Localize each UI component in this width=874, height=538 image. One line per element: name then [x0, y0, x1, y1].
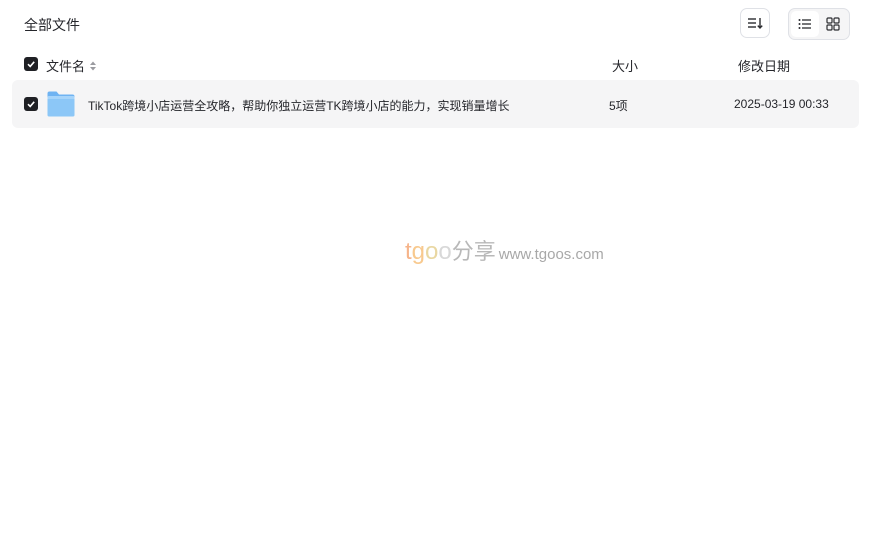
sort-toggle-icon [90, 61, 97, 70]
column-header-name[interactable]: 文件名 [46, 56, 97, 75]
column-name-label: 文件名 [46, 59, 86, 74]
breadcrumb[interactable]: 全部文件 [24, 15, 80, 35]
view-mode-toggle [788, 8, 850, 40]
checkmark-icon [27, 101, 35, 108]
sort-descending-icon [748, 18, 763, 30]
file-browser: 全部文件 文件名 大小 修改日期 TikTok跨境小店运营全攻略，帮助你独立运营… [0, 0, 874, 538]
watermark-cn: 分享 [451, 239, 496, 264]
file-size: 5项 [609, 99, 628, 113]
grid-view-icon [826, 17, 840, 31]
select-all-checkbox[interactable] [24, 57, 38, 71]
sort-button[interactable] [740, 8, 770, 38]
file-name[interactable]: TikTok跨境小店运营全攻略，帮助你独立运营TK跨境小店的能力，实现销量增长 [88, 97, 510, 114]
watermark-logo: tgoo [405, 238, 452, 265]
list-view-button[interactable] [791, 11, 819, 37]
file-modified-date: 2025-03-19 00:33 [734, 97, 829, 111]
folder-icon [47, 91, 75, 117]
list-view-icon [798, 19, 811, 29]
table-header: 文件名 大小 修改日期 [0, 52, 874, 76]
watermark: tgoo 分享 www.tgoos.com [405, 234, 604, 266]
watermark-url: www.tgoos.com [498, 246, 604, 263]
row-checkbox[interactable] [24, 97, 38, 111]
checkmark-icon [27, 61, 35, 68]
column-header-date[interactable]: 修改日期 [738, 56, 790, 75]
grid-view-button[interactable] [819, 11, 847, 37]
column-header-size[interactable]: 大小 [612, 56, 638, 75]
table-row[interactable]: TikTok跨境小店运营全攻略，帮助你独立运营TK跨境小店的能力，实现销量增长 … [12, 80, 859, 128]
toolbar: 全部文件 [0, 0, 874, 48]
